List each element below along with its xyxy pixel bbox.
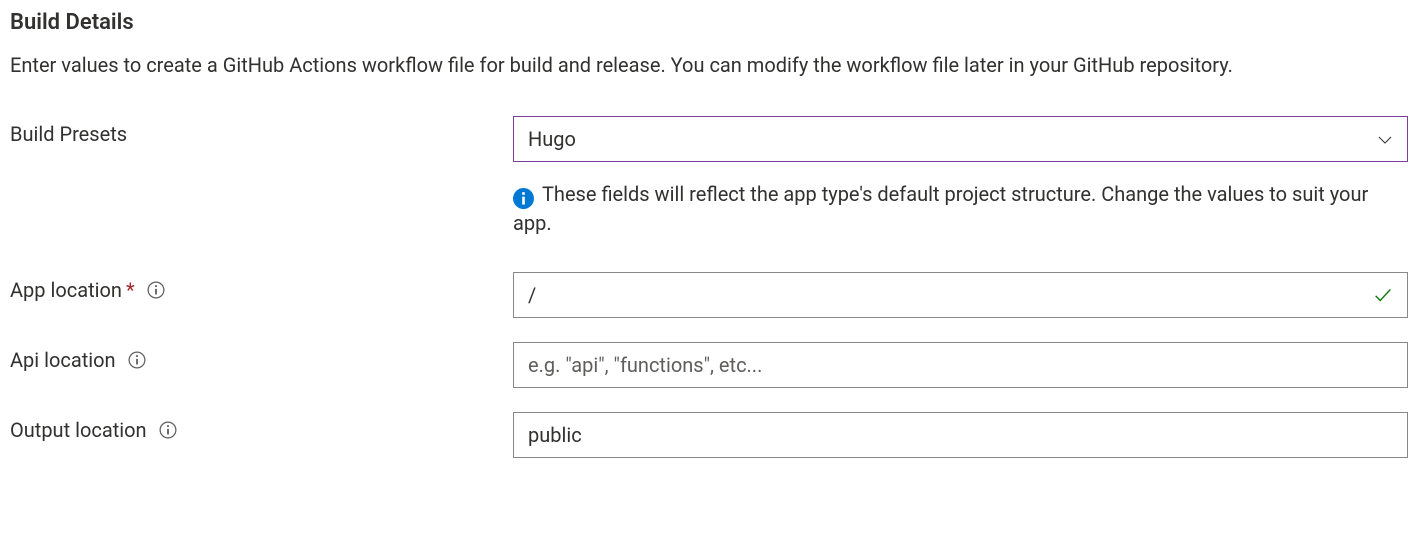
info-icon[interactable] bbox=[128, 351, 146, 369]
output-location-input[interactable] bbox=[513, 412, 1408, 458]
app-location-label: App location bbox=[10, 278, 122, 302]
info-icon[interactable] bbox=[159, 421, 177, 439]
app-location-row: App location * bbox=[10, 272, 1408, 318]
app-location-input[interactable] bbox=[513, 272, 1408, 318]
build-presets-row: Build Presets Hugo These fiel bbox=[10, 116, 1408, 248]
api-location-row: Api location bbox=[10, 342, 1408, 388]
output-location-row: Output location bbox=[10, 412, 1408, 458]
api-location-input[interactable] bbox=[513, 342, 1408, 388]
required-indicator: * bbox=[126, 278, 135, 302]
build-presets-hint: These fields will reflect the app type's… bbox=[513, 180, 1408, 238]
section-title: Build Details bbox=[10, 10, 1408, 35]
build-presets-value: Hugo bbox=[528, 127, 576, 151]
build-presets-label: Build Presets bbox=[10, 122, 127, 146]
output-location-label: Output location bbox=[10, 418, 147, 442]
info-icon[interactable] bbox=[147, 281, 165, 299]
info-filled-icon bbox=[513, 188, 534, 209]
api-location-label: Api location bbox=[10, 348, 116, 372]
section-description: Enter values to create a GitHub Actions … bbox=[10, 51, 1390, 80]
build-presets-select[interactable]: Hugo bbox=[513, 116, 1408, 162]
